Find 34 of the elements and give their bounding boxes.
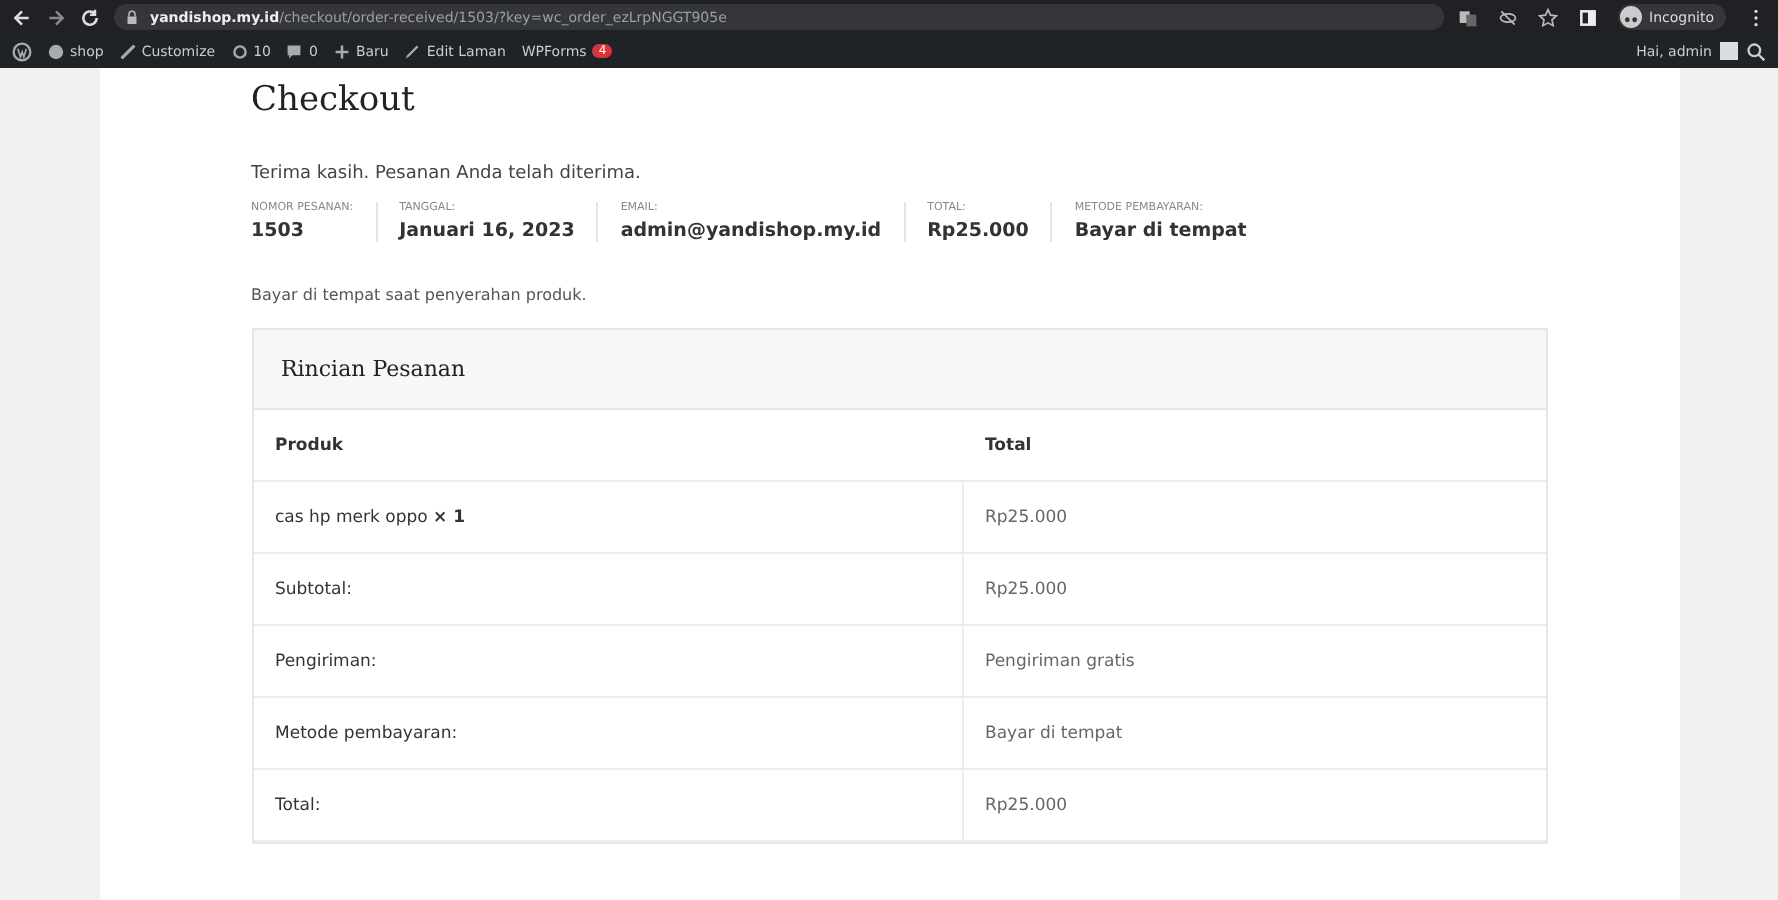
eye-off-icon[interactable] — [1497, 7, 1518, 27]
pencil-icon — [404, 43, 421, 59]
overview-value: Januari 16, 2023 — [399, 220, 575, 242]
incognito-icon — [1619, 6, 1642, 28]
overview-value: admin@yandishop.my.id — [620, 220, 882, 242]
page-title: Checkout — [251, 80, 417, 120]
table-cell: Total: — [253, 770, 963, 840]
overview-value: Rp25.000 — [927, 220, 1029, 242]
lock-icon — [126, 9, 138, 25]
table-cell-text: Pengiriman gratis — [983, 649, 1137, 675]
comment-icon — [286, 43, 303, 59]
order-received-notice: Terima kasih. Pesanan Anda telah diterima. — [251, 164, 643, 184]
wordpress-logo-icon[interactable] — [12, 41, 32, 61]
back-icon[interactable] — [12, 7, 32, 27]
table-cell-text: Rp25.000 — [983, 793, 1070, 819]
table-cell-text: Rp25.000 — [983, 577, 1070, 603]
table-cell: Pengiriman: — [253, 626, 963, 696]
table-cell-text: Rp25.000 — [983, 505, 1070, 531]
overview-value: 1503 — [251, 220, 306, 242]
table-cell-text: Bayar di tempat — [983, 721, 1125, 747]
table-cell: Metode pembayaran: — [253, 698, 963, 768]
table-cell: Subtotal: — [253, 554, 963, 624]
payment-note: Bayar di tempat saat penyerahan produk. — [251, 286, 589, 304]
column-header: Total — [983, 433, 1034, 459]
plus-icon — [333, 43, 350, 59]
section-title: Rincian Pesanan — [253, 330, 1545, 410]
search-icon[interactable] — [1746, 41, 1766, 61]
star-icon[interactable] — [1537, 7, 1558, 27]
column-header: Produk — [273, 433, 346, 459]
table-cell: cas hp merk oppo × 1 — [253, 482, 963, 552]
sidebar-icon[interactable] — [1577, 7, 1598, 27]
forward-icon[interactable] — [46, 7, 66, 27]
reload-icon[interactable] — [80, 7, 100, 27]
overview-value: Bayar di tempat — [1074, 220, 1247, 242]
